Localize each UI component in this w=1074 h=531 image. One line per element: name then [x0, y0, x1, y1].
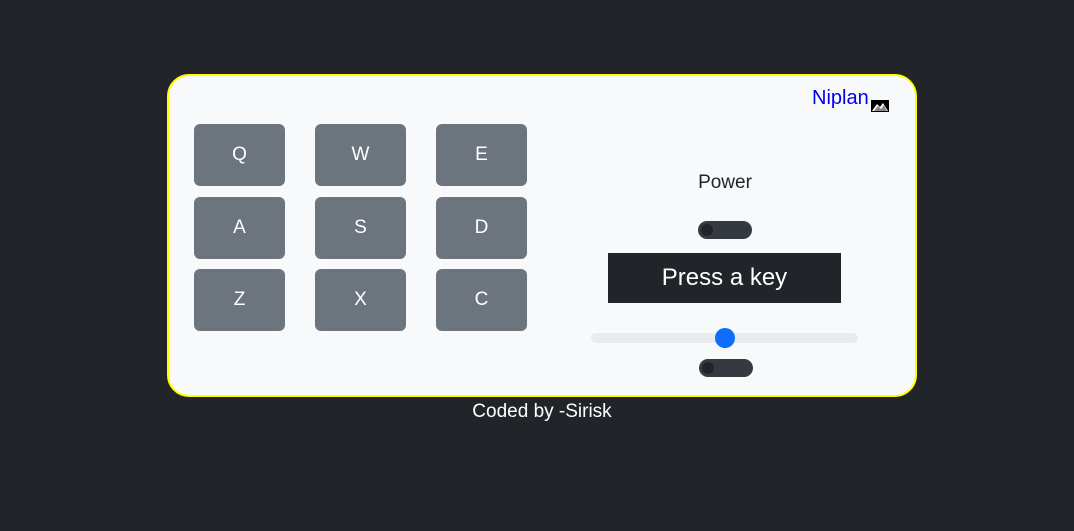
mountain-logo-icon [870, 95, 889, 112]
drum-pad-q[interactable]: Q [194, 124, 285, 186]
volume-slider[interactable] [591, 328, 858, 348]
drum-pad-a[interactable]: A [194, 197, 285, 259]
power-toggle-knob [701, 224, 713, 236]
drum-pad-s[interactable]: S [315, 197, 406, 259]
volume-slider-thumb[interactable] [714, 328, 735, 348]
brand-link[interactable]: Niplan [812, 87, 889, 112]
brand-name: Niplan [812, 87, 869, 109]
power-label: Power [698, 172, 752, 193]
drum-pad-x[interactable]: X [315, 269, 406, 331]
bank-toggle[interactable] [699, 359, 753, 377]
footer-credit: Coded by -Sirisk [472, 401, 612, 422]
drum-machine: Niplan Q W E A S D Z X C Power Press a k… [167, 74, 917, 397]
sound-display: Press a key [608, 253, 841, 303]
drum-pad-d[interactable]: D [436, 197, 527, 259]
drum-pad-w[interactable]: W [315, 124, 406, 186]
drum-pad-e[interactable]: E [436, 124, 527, 186]
drum-pad-z[interactable]: Z [194, 269, 285, 331]
drum-pad-c[interactable]: C [436, 269, 527, 331]
bank-toggle-knob [702, 362, 714, 374]
power-toggle[interactable] [698, 221, 752, 239]
